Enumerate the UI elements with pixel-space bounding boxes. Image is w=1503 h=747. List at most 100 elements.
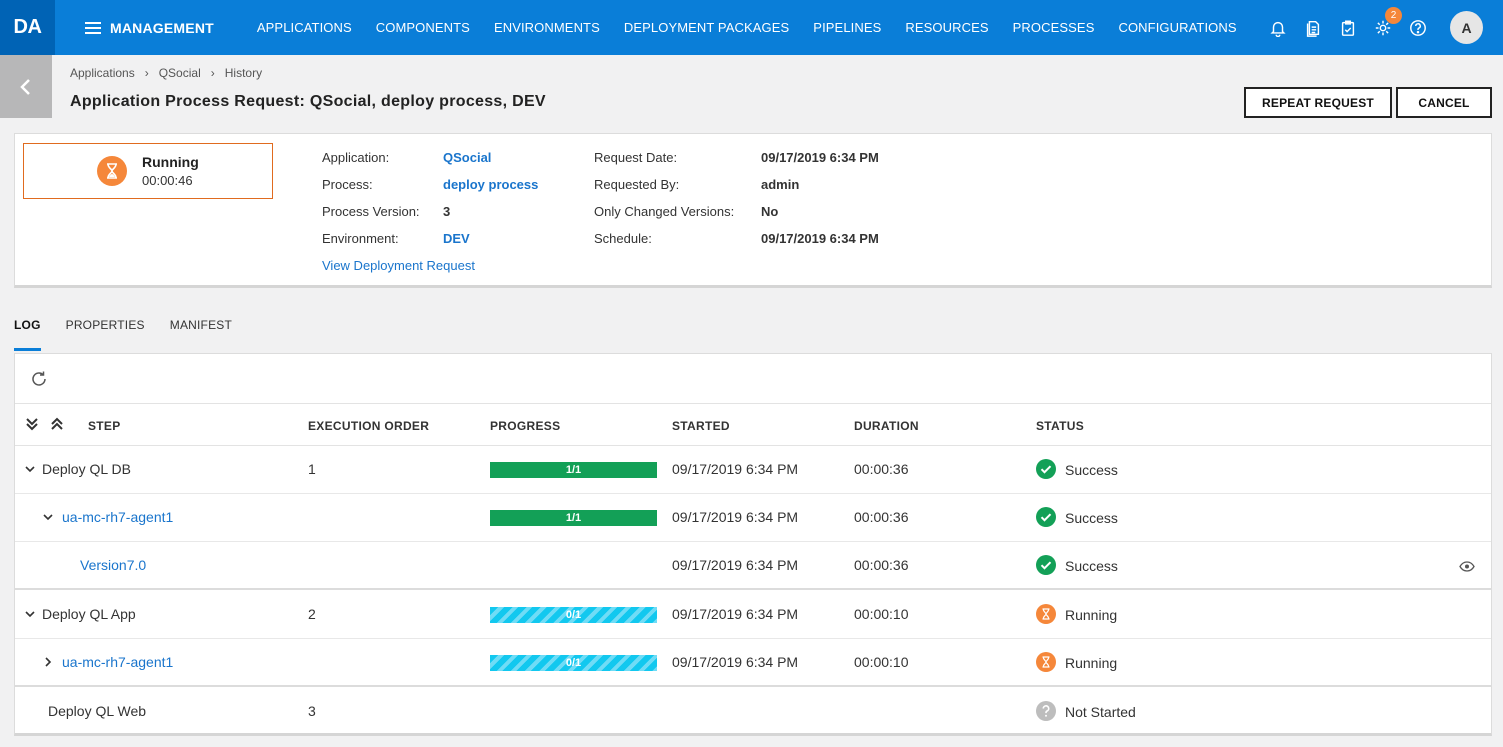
app-logo[interactable]: DA	[0, 0, 55, 55]
agent-link[interactable]: ua-mc-rh7-agent1	[62, 654, 173, 670]
column-progress[interactable]: PROGRESS	[490, 419, 560, 433]
application-link[interactable]: QSocial	[443, 150, 491, 165]
page-title: Application Process Request: QSocial, de…	[70, 93, 546, 110]
breadcrumb: Applications › QSocial › History	[70, 66, 262, 80]
top-bar: DA MANAGEMENT APPLICATIONS COMPONENTS EN…	[0, 0, 1503, 55]
nav-processes[interactable]: PROCESSES	[1013, 20, 1095, 35]
nav-environments[interactable]: ENVIRONMENTS	[494, 20, 600, 35]
version-link[interactable]: Version7.0	[80, 557, 146, 573]
requested-by-label: Requested By:	[594, 177, 680, 192]
schedule-value: 09/17/2019 6:34 PM	[761, 231, 879, 246]
nav-components[interactable]: COMPONENTS	[376, 20, 470, 35]
nav-resources[interactable]: RESOURCES	[905, 20, 988, 35]
nav-configurations[interactable]: CONFIGURATIONS	[1118, 20, 1236, 35]
management-menu[interactable]: MANAGEMENT	[85, 20, 214, 36]
status-label: Running	[1065, 655, 1118, 671]
duration: 00:00:36	[854, 461, 909, 477]
environment-label: Environment:	[322, 231, 399, 246]
collapse-all-icon[interactable]	[50, 416, 64, 432]
process-version-label: Process Version:	[322, 204, 420, 219]
eye-icon[interactable]	[1459, 561, 1475, 572]
success-icon	[1036, 507, 1056, 527]
breadcrumb-history: History	[224, 66, 263, 80]
hamburger-icon[interactable]	[85, 21, 101, 34]
status-label: Success	[1065, 558, 1118, 574]
duration: 00:00:36	[854, 557, 909, 573]
status-label: Running	[1065, 607, 1118, 623]
tab-bar: LOG PROPERTIES MANIFEST	[14, 318, 257, 351]
view-deployment-request-link[interactable]: View Deployment Request	[322, 258, 475, 273]
repeat-request-button[interactable]: REPEAT REQUEST	[1244, 87, 1392, 118]
status-label: Success	[1065, 462, 1118, 478]
clipboard-icon[interactable]	[1330, 0, 1365, 55]
only-changed-label: Only Changed Versions:	[594, 204, 735, 219]
execution-order: 3	[308, 703, 316, 719]
started-time: 09/17/2019 6:34 PM	[672, 557, 799, 573]
process-link[interactable]: deploy process	[443, 177, 538, 192]
column-started[interactable]: STARTED	[672, 419, 730, 433]
header-icons: 2 A	[1260, 0, 1503, 55]
breadcrumb-separator-icon: ›	[144, 66, 149, 80]
progress-text: 1/1	[565, 464, 582, 476]
environment-link[interactable]: DEV	[443, 231, 470, 246]
nav-applications[interactable]: APPLICATIONS	[257, 20, 352, 35]
breadcrumb-separator-icon: ›	[210, 66, 215, 80]
bell-icon[interactable]	[1260, 0, 1295, 55]
tab-properties[interactable]: PROPERTIES	[66, 318, 145, 351]
table-row: Deploy QL Web 3 Not Started	[15, 688, 1491, 736]
chevron-down-icon[interactable]	[43, 512, 53, 522]
schedule-label: Schedule:	[594, 231, 652, 246]
progress-text: 0/1	[565, 657, 582, 669]
duration: 00:00:10	[854, 654, 909, 670]
column-status[interactable]: STATUS	[1036, 419, 1084, 433]
agent-link[interactable]: ua-mc-rh7-agent1	[62, 509, 173, 525]
success-icon	[1036, 555, 1056, 575]
chevron-right-icon[interactable]	[43, 657, 53, 667]
chevron-down-icon[interactable]	[25, 609, 35, 619]
chevron-left-icon	[20, 78, 30, 95]
tab-manifest[interactable]: MANIFEST	[170, 318, 232, 351]
step-name: Deploy QL Web	[48, 703, 147, 719]
duration: 00:00:36	[854, 509, 909, 525]
elapsed-time: 00:00:46	[142, 173, 193, 188]
table-row: Deploy QL App 2 0/1 09/17/2019 6:34 PM 0…	[15, 591, 1491, 639]
execution-order: 1	[308, 461, 316, 477]
progress-text: 1/1	[565, 512, 582, 524]
table-row: Version7.0 09/17/2019 6:34 PM 00:00:36 S…	[15, 542, 1491, 590]
breadcrumb-applications[interactable]: Applications	[70, 66, 135, 80]
started-time: 09/17/2019 6:34 PM	[672, 461, 799, 477]
expand-all-icon[interactable]	[25, 416, 39, 432]
section-title[interactable]: MANAGEMENT	[110, 20, 214, 36]
user-avatar[interactable]: A	[1450, 11, 1483, 44]
question-icon	[1036, 701, 1056, 721]
table-row: ua-mc-rh7-agent1 0/1 09/17/2019 6:34 PM …	[15, 639, 1491, 687]
column-duration[interactable]: DURATION	[854, 419, 919, 433]
process-label: Process:	[322, 177, 373, 192]
back-button[interactable]	[0, 55, 52, 118]
column-execution-order[interactable]: EXECUTION ORDER	[308, 419, 429, 433]
breadcrumb-qsocial[interactable]: QSocial	[159, 66, 201, 80]
refresh-icon[interactable]	[30, 370, 48, 388]
cancel-button[interactable]: CANCEL	[1396, 87, 1492, 118]
hourglass-icon	[1036, 652, 1056, 672]
started-time: 09/17/2019 6:34 PM	[672, 509, 799, 525]
column-step[interactable]: STEP	[88, 419, 121, 433]
tab-log[interactable]: LOG	[14, 318, 41, 351]
gear-icon[interactable]: 2	[1365, 0, 1402, 55]
progress-text: 0/1	[565, 609, 582, 621]
log-panel: STEP EXECUTION ORDER PROGRESS STARTED DU…	[14, 353, 1492, 736]
table-row: Deploy QL DB 1 1/1 09/17/2019 6:34 PM 00…	[15, 446, 1491, 494]
table-header: STEP EXECUTION ORDER PROGRESS STARTED DU…	[15, 403, 1491, 446]
help-icon[interactable]	[1400, 0, 1435, 55]
hourglass-icon	[1036, 604, 1056, 624]
status-text: Running	[142, 154, 199, 170]
nav-pipelines[interactable]: PIPELINES	[813, 20, 881, 35]
document-icon[interactable]	[1295, 0, 1330, 55]
execution-order: 2	[308, 606, 316, 622]
chevron-down-icon[interactable]	[25, 464, 35, 474]
progress-bar: 0/1	[490, 607, 657, 623]
nav-deployment-packages[interactable]: DEPLOYMENT PACKAGES	[624, 20, 789, 35]
success-icon	[1036, 459, 1056, 479]
started-time: 09/17/2019 6:34 PM	[672, 606, 799, 622]
status-label: Not Started	[1065, 704, 1136, 720]
